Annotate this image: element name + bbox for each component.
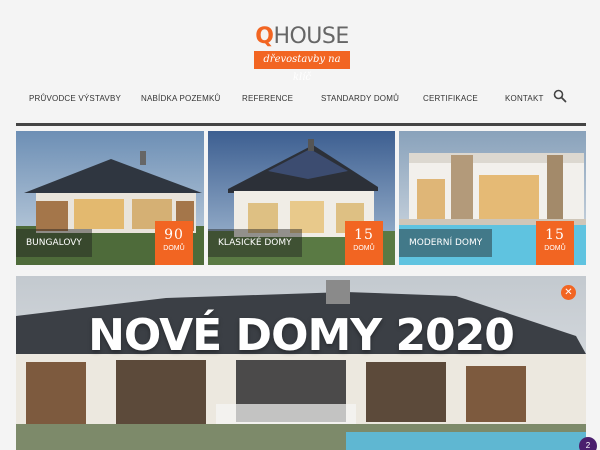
category-count-unit: domů <box>163 245 185 252</box>
logo-tagline: dřevostavby na klíč <box>254 51 350 83</box>
promo-banner[interactable]: NOVÉ DOMY 2020 <box>16 276 586 450</box>
category-card-moderni[interactable]: Moderní domy 15 domů <box>399 131 586 265</box>
nav-item-kontakt[interactable]: Kontakt <box>505 88 544 110</box>
nav-item-pruvodce[interactable]: Průvodce výstavby <box>29 88 121 110</box>
logo-q: Q <box>255 24 274 49</box>
nav-item-pozemky[interactable]: Nabídka pozemků <box>141 88 220 110</box>
main-nav: Průvodce výstavby Nabídka pozemků Refere… <box>0 88 600 110</box>
nav-divider <box>16 123 586 126</box>
category-card-bungalovy[interactable]: Bungalovy 90 domů <box>16 131 204 265</box>
close-icon[interactable]: ✕ <box>561 285 576 300</box>
category-count: 15 <box>545 227 565 243</box>
category-label: Bungalovy <box>16 229 92 257</box>
logo[interactable]: QHOUSE dřevostavby na klíč <box>252 22 352 83</box>
nav-item-reference[interactable]: Reference <box>242 88 293 110</box>
category-count-unit: domů <box>544 245 566 252</box>
search-icon[interactable] <box>553 89 567 103</box>
category-label: Moderní domy <box>399 229 493 257</box>
category-count: 15 <box>354 227 374 243</box>
category-count: 90 <box>164 227 184 243</box>
category-count-badge: 90 domů <box>155 221 193 265</box>
banner-title: NOVÉ DOMY 2020 <box>88 310 515 361</box>
notification-badge[interactable]: 2 <box>579 437 597 450</box>
logo-house: HOUSE <box>273 24 349 49</box>
category-count-badge: 15 domů <box>345 221 383 265</box>
logo-wordmark: QHOUSE <box>252 24 352 49</box>
nav-item-standardy[interactable]: Standardy domů <box>321 88 399 110</box>
category-count-badge: 15 domů <box>536 221 574 265</box>
category-label: Klasické domy <box>208 229 302 257</box>
banner-house-photo <box>16 276 586 450</box>
nav-item-certifikace[interactable]: Certifikace <box>423 88 478 110</box>
category-card-klasicke[interactable]: Klasické domy 15 domů <box>208 131 395 265</box>
category-count-unit: domů <box>353 245 375 252</box>
